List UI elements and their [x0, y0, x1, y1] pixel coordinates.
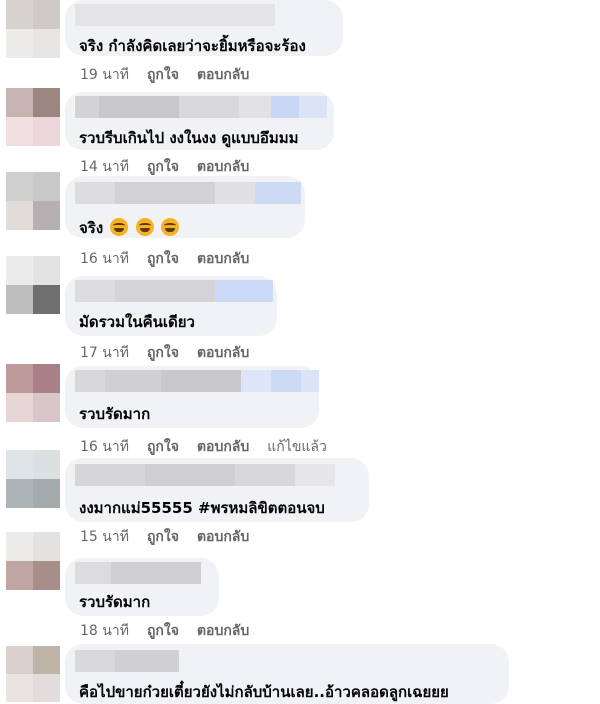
- comment-bubble: คือไปขายก๋วยเตี๋ยวยังไม่กลับบ้านเลย..อ้า…: [65, 644, 509, 704]
- like-link[interactable]: ถูกใจ: [147, 342, 179, 364]
- comment-bubble: จริง: [65, 176, 305, 238]
- author-name-blurred[interactable]: [75, 464, 335, 486]
- comment-text: รวบรัดมาก: [79, 405, 151, 423]
- avatar[interactable]: [6, 646, 60, 702]
- comment-item: จริง 16 นาที ถูกใจ ตอบกลับ: [0, 172, 600, 267]
- author-name-blurred[interactable]: [75, 370, 319, 392]
- avatar[interactable]: [6, 0, 60, 58]
- author-name-blurred[interactable]: [75, 4, 275, 26]
- avatar[interactable]: [6, 532, 60, 590]
- like-link[interactable]: ถูกใจ: [147, 620, 179, 642]
- comment-text: จริง: [79, 216, 179, 240]
- reply-link[interactable]: ตอบกลับ: [197, 64, 249, 86]
- author-name-blurred[interactable]: [75, 182, 301, 204]
- comment-item: คือไปขายก๋วยเตี๋ยวยังไม่กลับบ้านเลย..อ้า…: [0, 640, 600, 704]
- avatar[interactable]: [6, 172, 60, 230]
- comment-bubble: มัดรวมในคืนเดียว: [65, 276, 277, 336]
- comment-text: จริง กำลังคิดเลยว่าจะยิ้มหรือจะร้อง: [79, 37, 306, 55]
- reply-link[interactable]: ตอบกลับ: [197, 342, 249, 364]
- comment-item: งงมากแม่55555 #พรหมลิขิตตอนจบ 15 นาที ถู…: [0, 450, 600, 545]
- author-name-blurred[interactable]: [75, 650, 179, 672]
- avatar[interactable]: [6, 450, 60, 508]
- avatar[interactable]: [6, 364, 60, 422]
- comment-actions: 19 นาที ถูกใจ ตอบกลับ: [80, 64, 249, 86]
- comment-bubble: รวบรัดมาก: [65, 558, 219, 616]
- comment-item: รวบรีบเกินไป งงในงง ดูแบบอึมมม 14 นาที ถ…: [0, 88, 600, 178]
- laughing-emoji: [110, 218, 129, 236]
- like-link[interactable]: ถูกใจ: [147, 64, 179, 86]
- comment-item: มัดรวมในคืนเดียว 17 นาที ถูกใจ ตอบกลับ: [0, 256, 600, 361]
- comment-bubble: จริง กำลังคิดเลยว่าจะยิ้มหรือจะร้อง: [65, 0, 343, 56]
- comment-bubble: รวบรัดมาก: [65, 366, 319, 428]
- author-name-blurred[interactable]: [75, 96, 327, 118]
- comment-actions: 17 นาที ถูกใจ ตอบกลับ: [80, 342, 249, 364]
- comment-bubble: รวบรีบเกินไป งงในงง ดูแบบอึมมม: [65, 92, 334, 150]
- comment-time[interactable]: 18 นาที: [80, 620, 129, 642]
- laughing-emoji: [160, 218, 179, 236]
- author-name-blurred[interactable]: [75, 280, 273, 302]
- comment-bubble: งงมากแม่55555 #พรหมลิขิตตอนจบ: [65, 458, 369, 522]
- comment-time[interactable]: 19 นาที: [80, 64, 129, 86]
- comment-actions: 18 นาที ถูกใจ ตอบกลับ: [80, 620, 249, 642]
- comment-text: มัดรวมในคืนเดียว: [79, 313, 195, 331]
- reply-link[interactable]: ตอบกลับ: [197, 620, 249, 642]
- comment-time[interactable]: 17 นาที: [80, 342, 129, 364]
- comment-item: รวบรัดมาก 16 นาที ถูกใจ ตอบกลับ แก้ไขแล้…: [0, 364, 600, 455]
- comment-text: งงมากแม่55555 #พรหมลิขิตตอนจบ: [79, 499, 325, 517]
- laughing-emoji: [135, 218, 154, 236]
- author-name-blurred[interactable]: [75, 562, 201, 584]
- comment-text: คือไปขายก๋วยเตี๋ยวยังไม่กลับบ้านเลย..อ้า…: [79, 683, 449, 701]
- avatar[interactable]: [6, 256, 60, 314]
- avatar[interactable]: [6, 88, 60, 146]
- comment-text: รวบรีบเกินไป งงในงง ดูแบบอึมมม: [79, 129, 299, 147]
- comment-item: จริง กำลังคิดเลยว่าจะยิ้มหรือจะร้อง 19 น…: [0, 0, 600, 90]
- comment-text: รวบรัดมาก: [79, 593, 151, 611]
- comment-item: รวบรัดมาก 18 นาที ถูกใจ ตอบกลับ: [0, 532, 600, 639]
